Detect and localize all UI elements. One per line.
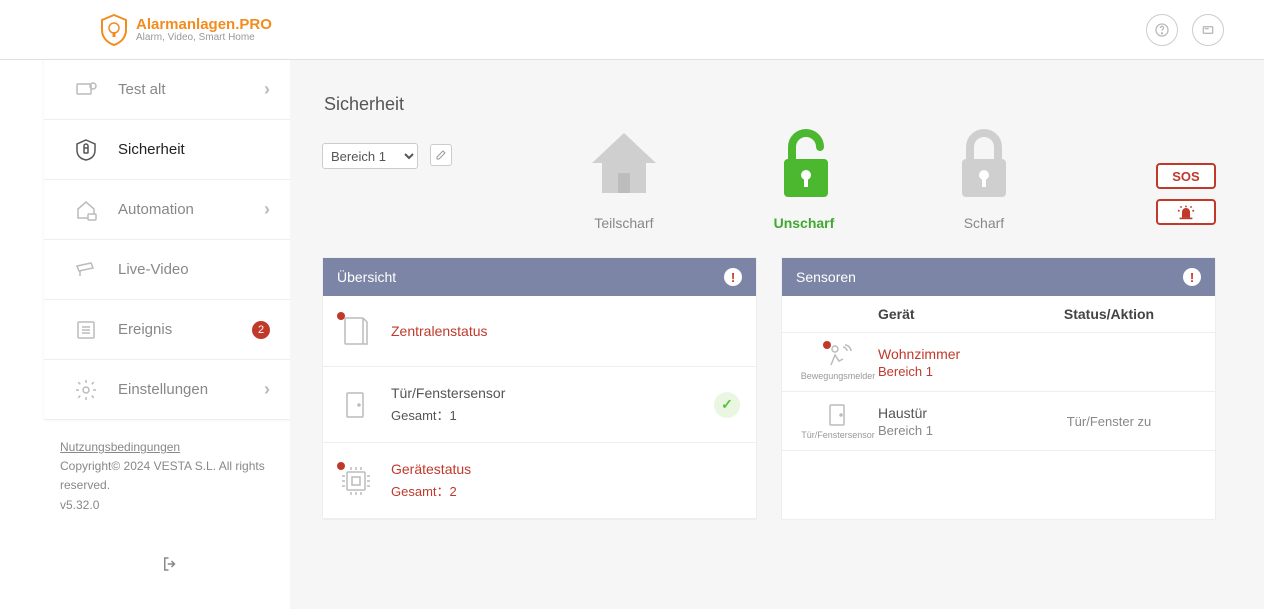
central-unit-icon [339,314,373,348]
nav-label: Live-Video [118,261,270,278]
col-status: Status/Aktion [1019,306,1199,322]
overview-title: Übersicht [337,269,396,285]
door-window-sensor-icon [823,402,853,428]
shield-icon [74,138,98,162]
overview-row-count: Gesamt：2 [391,481,471,500]
sensor-name: Haustür [878,405,1019,421]
sensors-title: Sensoren [796,269,856,285]
chevron-right-icon: › [264,379,270,400]
shield-logo-icon [100,14,128,46]
help-button[interactable] [1146,14,1178,46]
sensors-panel: Sensoren ! Gerät Status/Aktion Bewegungs… [781,257,1216,520]
event-badge: 2 [252,321,270,339]
terms-link[interactable]: Nutzungsbedingungen [60,440,180,454]
area-select[interactable]: Bereich 1 [322,143,418,169]
motion-sensor-icon [823,343,853,369]
col-device: Gerät [878,306,1019,322]
nav-security[interactable]: Sicherheit [44,120,290,180]
brand-name: Alarmanlagen.PRO [136,17,272,32]
camera-icon [74,258,98,282]
unlock-icon [764,123,844,203]
brand-tagline: Alarm, Video, Smart Home [136,32,272,43]
overview-row-central[interactable]: Zentralenstatus [323,296,756,367]
edit-area-button[interactable] [430,144,452,166]
brand-logo: Alarmanlagen.PRO Alarm, Video, Smart Hom… [100,14,272,46]
nav-label: Test alt [118,81,244,98]
sensor-name: Wohnzimmer [878,346,1019,362]
version-text: v5.32.0 [60,496,280,515]
list-icon [74,318,98,342]
mode-arm[interactable]: Scharf [929,123,1039,231]
chevron-right-icon: › [264,199,270,220]
nav-live-video[interactable]: Live-Video [44,240,290,300]
page-title: Sicherheit [324,94,1216,115]
nav-automation[interactable]: Automation › [44,180,290,240]
nav-label: Sicherheit [118,141,270,158]
panic-alarm-button[interactable] [1156,199,1216,225]
overview-row-door-sensor[interactable]: Tür/Fenstersensor Gesamt：1 ✓ [323,367,756,443]
nav-label: Ereignis [118,321,232,338]
overview-row-title: Zentralenstatus [391,323,488,339]
mode-label: Unscharf [749,215,859,231]
overview-row-title: Gerätestatus [391,461,471,477]
warning-icon: ! [724,268,742,286]
mode-disarm[interactable]: Unscharf [749,123,859,231]
warning-icon: ! [1183,268,1201,286]
ok-check-icon: ✓ [714,392,740,418]
door-sensor-icon [339,388,373,422]
overview-row-title: Tür/Fenstersensor [391,385,505,401]
sensor-row[interactable]: Tür/Fenstersensor Haustür Bereich 1 Tür/… [782,392,1215,451]
gear-icon [74,378,98,402]
nav-test-alt[interactable]: Test alt › [44,60,290,120]
mode-partial-arm[interactable]: Teilscharf [569,123,679,231]
copyright-text: Copyright© 2024 VESTA S.L. All rights re… [60,457,280,495]
sensor-area: Bereich 1 [878,423,1019,438]
sensor-area: Bereich 1 [878,364,1019,379]
nav-settings[interactable]: Einstellungen › [44,360,290,420]
mode-label: Teilscharf [569,215,679,231]
overview-row-count: Gesamt：1 [391,405,505,424]
sensor-type: Bewegungsmelder [798,371,878,381]
nav-label: Automation [118,201,244,218]
overview-row-device-status[interactable]: Gerätestatus Gesamt：2 [323,443,756,519]
sensor-row[interactable]: Bewegungsmelder Wohnzimmer Bereich 1 [782,333,1215,392]
panel-icon [74,78,98,102]
chip-icon [339,464,373,498]
device-button[interactable] [1192,14,1224,46]
logout-icon[interactable] [161,562,179,576]
nav-events[interactable]: Ereignis 2 [44,300,290,360]
overview-panel: Übersicht ! Zentralenstatus [322,257,757,520]
chevron-right-icon: › [264,79,270,100]
sensor-status: Tür/Fenster zu [1019,414,1199,429]
lock-icon [944,123,1024,203]
home-icon [584,123,664,203]
sos-button[interactable]: SOS [1156,163,1216,189]
mode-label: Scharf [929,215,1039,231]
home-automation-icon [74,198,98,222]
nav-label: Einstellungen [118,381,244,398]
sensor-type: Tür/Fenstersensor [798,430,878,440]
